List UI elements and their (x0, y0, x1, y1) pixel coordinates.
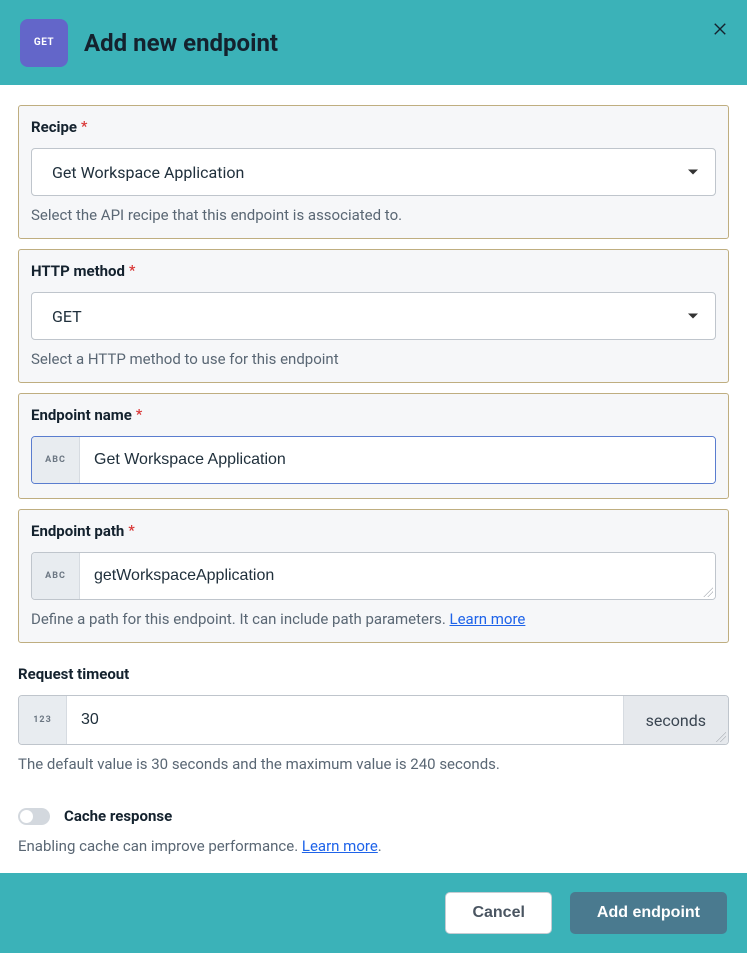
text-prefix-icon: ABC (32, 437, 80, 483)
field-request-timeout: Request timeout 123 seconds The default … (18, 665, 729, 773)
modal-body: Recipe* Get Workspace Application Select… (0, 85, 747, 873)
add-endpoint-button[interactable]: Add endpoint (570, 892, 727, 934)
cache-response-toggle[interactable] (18, 808, 50, 825)
cancel-button[interactable]: Cancel (445, 892, 551, 934)
label-recipe: Recipe* (31, 118, 716, 136)
endpoint-name-input-row: ABC (31, 436, 716, 484)
chevron-down-icon (687, 310, 699, 322)
recipe-select-value: Get Workspace Application (52, 163, 244, 182)
field-endpoint-path: Endpoint path* ABC Define a path for thi… (18, 509, 729, 643)
helper-recipe: Select the API recipe that this endpoint… (31, 206, 716, 224)
label-endpoint-name: Endpoint name* (31, 406, 716, 424)
field-endpoint-name: Endpoint name* ABC (18, 393, 729, 499)
helper-request-timeout: The default value is 30 seconds and the … (18, 755, 729, 773)
learn-more-link[interactable]: Learn more (450, 610, 526, 628)
method-badge: GET (20, 19, 68, 67)
close-button[interactable] (711, 20, 729, 38)
field-http-method: HTTP method* GET Select a HTTP method to… (18, 249, 729, 383)
required-mark: * (128, 524, 134, 538)
request-timeout-input[interactable] (67, 696, 623, 744)
chevron-down-icon (687, 166, 699, 178)
modal-title: Add new endpoint (84, 29, 278, 57)
request-timeout-input-row: 123 seconds (18, 695, 729, 745)
http-method-select[interactable]: GET (31, 292, 716, 340)
toggle-knob (20, 810, 33, 823)
helper-cache-response: Enabling cache can improve performance. … (18, 837, 729, 855)
endpoint-name-input[interactable] (80, 437, 715, 483)
helper-endpoint-path: Define a path for this endpoint. It can … (31, 610, 716, 628)
required-mark: * (81, 120, 87, 134)
text-prefix-icon: ABC (32, 553, 80, 599)
label-request-timeout: Request timeout (18, 665, 729, 683)
close-icon (713, 22, 727, 36)
endpoint-path-input[interactable] (80, 553, 715, 599)
label-cache-response: Cache response (64, 807, 172, 825)
helper-http-method: Select a HTTP method to use for this end… (31, 350, 716, 368)
label-http-method: HTTP method* (31, 262, 716, 280)
number-prefix-icon: 123 (19, 696, 67, 744)
field-recipe: Recipe* Get Workspace Application Select… (18, 105, 729, 239)
recipe-select[interactable]: Get Workspace Application (31, 148, 716, 196)
learn-more-link[interactable]: Learn more (302, 837, 378, 855)
endpoint-path-input-row: ABC (31, 552, 716, 600)
required-mark: * (129, 264, 135, 278)
unit-suffix: seconds (623, 696, 728, 744)
modal-footer: Cancel Add endpoint (0, 873, 747, 953)
label-endpoint-path: Endpoint path* (31, 522, 716, 540)
field-cache-response: Cache response (18, 807, 729, 825)
modal-header: GET Add new endpoint (0, 0, 747, 85)
http-method-select-value: GET (52, 307, 82, 326)
method-badge-label: GET (34, 37, 54, 48)
required-mark: * (136, 408, 142, 422)
